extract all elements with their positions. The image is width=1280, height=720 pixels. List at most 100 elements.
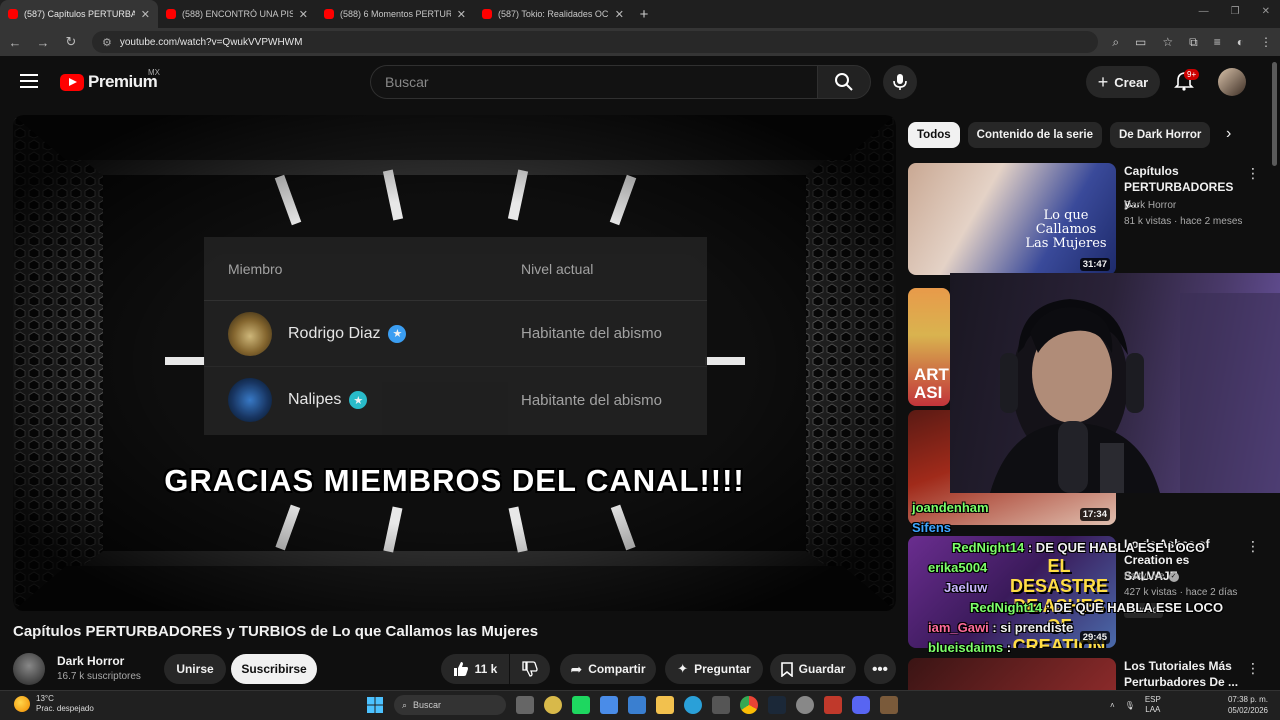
member-name-text: Rodrigo Diaz [288,324,381,342]
taskbar-clock[interactable]: 07:38 p. m. 05/02/2026 [1198,694,1268,716]
share-icon: ➦ [570,660,583,677]
taskbar-search[interactable]: ⌕ Buscar [394,695,506,715]
tab-title: (587) Capítulos PERTURBADORES [24,9,135,19]
task-view-icon[interactable] [516,696,534,714]
restore-icon[interactable]: ❐ [1231,6,1240,17]
chip-from-channel[interactable]: De Dark Horror [1109,122,1211,148]
extensions-icon[interactable]: ⧉ [1189,35,1198,50]
subscribe-button[interactable]: Suscribirse [231,654,317,684]
voice-search-button[interactable] [883,65,917,99]
weather-widget[interactable]: 13°C Prac. despejado [14,694,94,714]
app-icon-3[interactable] [600,696,618,714]
video-thumbnail[interactable]: Lo que Callamos Las Mujeres 31:47 [908,163,1116,275]
channel-avatar[interactable] [13,653,45,685]
chevron-up-icon[interactable]: ˄ [1110,701,1115,710]
url-field[interactable]: ⚙ youtube.com/watch?v=QwukVVPWHWM [92,31,1099,53]
steam-icon[interactable] [768,696,786,714]
more-options-icon[interactable]: ⋮ [1246,660,1260,677]
back-icon[interactable]: ← [8,35,22,50]
chat-message: iam_Gawi : si prendiste [912,618,1242,638]
chat-message: blueisdaims : [912,638,1242,658]
site-info-icon[interactable]: ⚙ [102,36,112,49]
minimize-icon[interactable]: — [1199,6,1209,17]
video-player[interactable]: Miembro Nivel actual Rodrigo Diaz ★ Habi… [13,115,896,611]
reading-list-icon[interactable]: ≡ [1214,35,1221,50]
close-icon[interactable]: ✕ [299,8,308,21]
member-name-text: Nalipes [288,391,342,408]
channel-name[interactable]: Dark Horror [57,654,124,668]
app-icon-7[interactable] [824,696,842,714]
member-avatar [228,311,272,356]
forward-icon[interactable]: → [36,35,50,50]
page-scrollbar[interactable] [1272,62,1277,166]
close-window-icon[interactable]: ✕ [1262,6,1270,17]
chip-series-content[interactable]: Contenido de la serie [967,122,1102,148]
recommendation-meta: 81 k vistas · hace 2 meses [1124,216,1243,227]
edge-icon[interactable] [684,696,702,714]
more-options-icon[interactable]: ⋮ [1246,165,1260,182]
zoom-icon[interactable]: ⌕ [1112,35,1119,50]
app-icon-4[interactable] [628,696,646,714]
hamburger-menu-icon[interactable] [20,74,38,88]
weather-text: 13°C Prac. despejado [36,694,94,714]
browser-tab-4[interactable]: (587) Tokio: Realidades OCULTAS ✕ [474,0,632,28]
logo-text: Premium [88,72,158,91]
menu-icon[interactable]: ⋮ [1260,35,1272,50]
search-input[interactable]: Buscar [370,65,818,99]
chat-message: Jaeluw [912,578,1242,598]
chrome-icon[interactable] [740,696,758,714]
close-icon[interactable]: ✕ [457,8,466,21]
reload-icon[interactable]: ↻ [64,34,78,50]
video-title: Capítulos PERTURBADORES y TURBIOS de Lo … [13,623,539,640]
app-icon-8[interactable] [880,696,898,714]
recommendation-item[interactable]: Los Tutoriales Más Perturbadores De ... … [908,658,1268,690]
member-row: Rodrigo Diaz ★ Habitante del abismo [204,301,707,367]
browser-tab-2[interactable]: (588) ENCONTRÓ UNA PISCINA ✕ [158,0,316,28]
close-icon[interactable]: ✕ [141,8,150,21]
cast-icon[interactable]: ▭ [1135,35,1146,50]
profile-icon[interactable]: ◐ [1237,35,1244,50]
chevron-right-icon[interactable]: › [1226,125,1231,143]
ask-button[interactable]: ✦ Preguntar [665,654,763,684]
file-explorer-icon[interactable] [656,696,674,714]
search-icon [835,73,853,91]
more-options-icon[interactable]: ⋮ [1246,538,1260,555]
create-button[interactable]: + Crear [1086,66,1160,98]
video-thumbnail[interactable]: ART ASI [908,288,950,406]
microphone-icon[interactable]: 🎙 [1125,701,1135,710]
account-avatar[interactable] [1218,68,1246,96]
more-actions-button[interactable]: ••• [864,654,896,684]
tab-title: (588) 6 Momentos PERTURBADORES [340,9,451,19]
column-member: Miembro [228,260,283,277]
browser-tab-1[interactable]: (587) Capítulos PERTURBADORES ✕ [0,0,158,28]
app-icon-6[interactable] [796,696,814,714]
app-icon-2[interactable] [572,696,590,714]
dislike-button[interactable] [510,654,550,684]
app-icon-1[interactable] [544,696,562,714]
chip-all[interactable]: Todos [908,122,960,148]
taskbar-search-label: Buscar [413,700,442,710]
share-button[interactable]: ➦ Compartir [560,654,656,684]
keyboard-layout[interactable]: ESP LAA [1145,695,1161,715]
save-button[interactable]: Guardar [770,654,856,684]
chat-user: blueisdaims [928,640,1004,655]
windows-start-icon[interactable] [366,696,384,714]
youtube-premium-logo[interactable]: Premium MX [60,68,160,92]
join-button[interactable]: Unirse [164,654,226,684]
chat-message: RedNight14 : DE QUE HABLA ESE LOCO [912,538,1242,558]
recommendation-channel[interactable]: Dark Horror [1124,200,1176,211]
youtube-favicon-icon [8,9,18,19]
bookmark-star-icon[interactable]: ☆ [1162,35,1173,50]
chat-text: : si prendiste [992,620,1074,635]
like-button[interactable]: 11 k [441,654,509,684]
chat-text: : DE QUE HABLA ESE LOCO [1027,540,1206,555]
youtube-favicon-icon [482,9,492,19]
recommendation-item[interactable]: Lo que Callamos Las Mujeres 31:47 Capítu… [908,163,1268,275]
close-icon[interactable]: ✕ [615,8,624,21]
search-button[interactable] [817,65,871,99]
video-thumbnail[interactable] [908,658,1116,690]
discord-icon[interactable] [852,696,870,714]
new-tab-button[interactable]: + [632,6,656,23]
browser-tab-3[interactable]: (588) 6 Momentos PERTURBADORES ✕ [316,0,474,28]
app-icon-5[interactable] [712,696,730,714]
